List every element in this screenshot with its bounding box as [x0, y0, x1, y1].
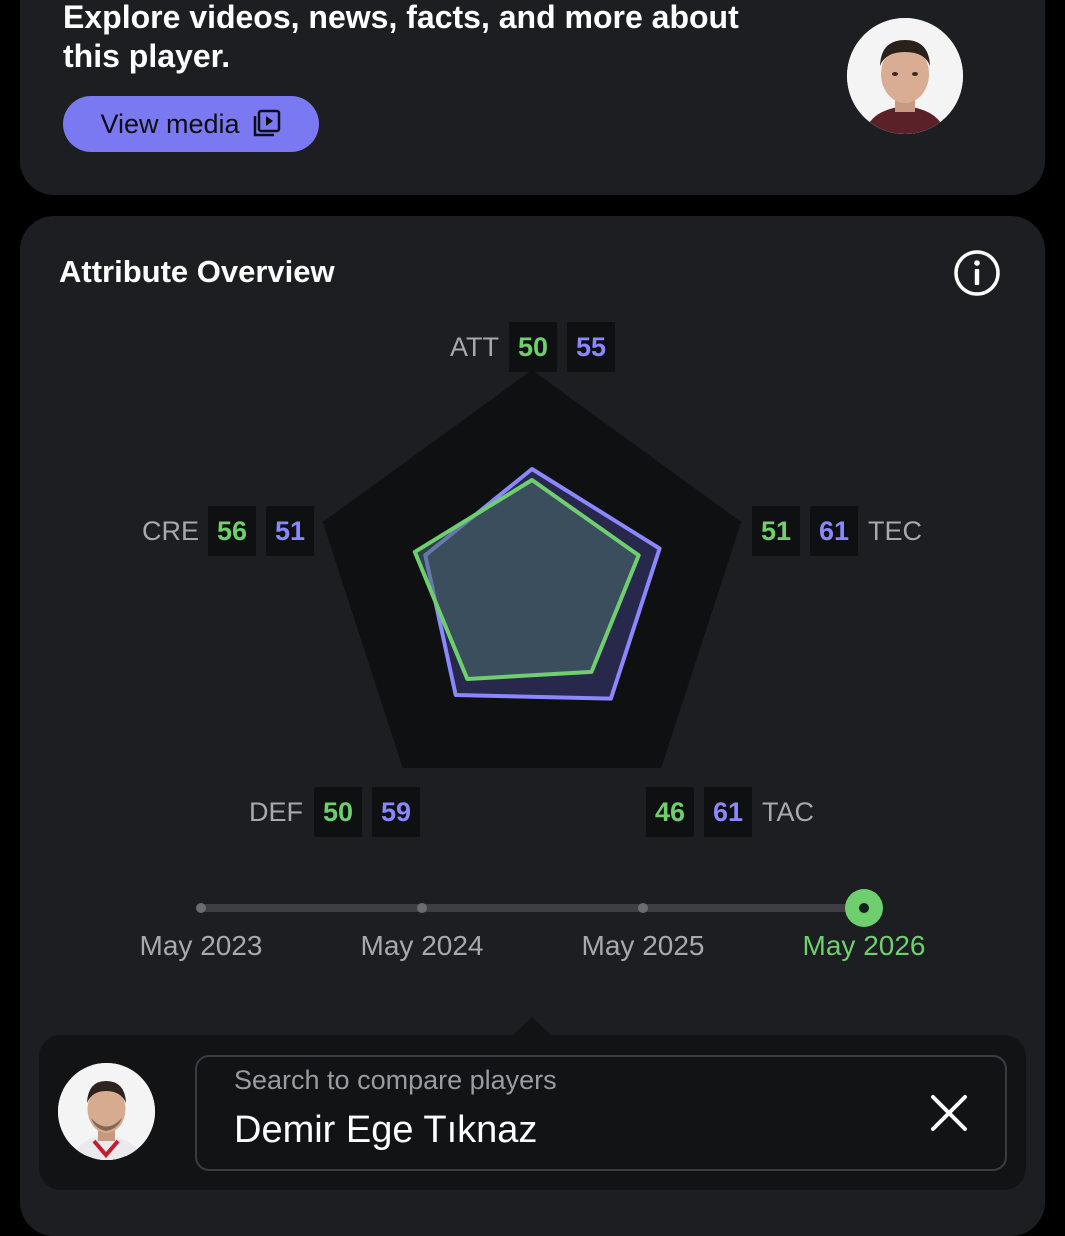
compare-search-field[interactable]: Search to compare players Demir Ege Tıkn…	[195, 1055, 1007, 1171]
timeline-dot-2024[interactable]	[417, 903, 427, 913]
compare-pointer	[512, 1017, 552, 1036]
timeline-dot-2025[interactable]	[638, 903, 648, 913]
compare-search-label: Search to compare players	[234, 1065, 557, 1095]
timeline-dot-2023[interactable]	[196, 903, 206, 913]
timeline-label-2025[interactable]: May 2025	[543, 930, 743, 962]
timeline-label-2024[interactable]: May 2024	[322, 930, 522, 962]
timeline-label-2023[interactable]: May 2023	[101, 930, 301, 962]
compare-search-value[interactable]: Demir Ege Tıknaz	[234, 1109, 537, 1152]
close-icon[interactable]	[927, 1091, 971, 1135]
timeline-label-2026[interactable]: May 2026	[764, 930, 964, 962]
compare-player-avatar	[58, 1063, 155, 1160]
